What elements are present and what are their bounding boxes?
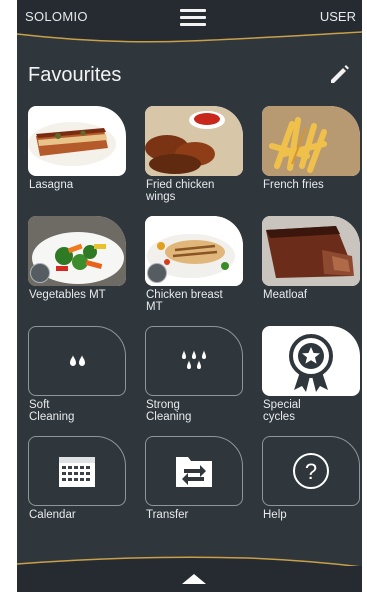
tile-label: Fried chicken wings: [146, 179, 215, 203]
tile-label: Special cycles: [263, 399, 301, 423]
strong-drops-icon: [145, 326, 243, 396]
tile-transfer[interactable]: Transfer: [145, 436, 243, 521]
tile-label: Vegetables MT: [29, 289, 106, 301]
hamburger-menu-icon[interactable]: [180, 9, 206, 29]
folder-transfer-icon: [145, 436, 243, 506]
tile-label: Soft Cleaning: [29, 399, 75, 423]
tile-help[interactable]: ? Help: [262, 436, 360, 521]
tile-label: Lasagna: [29, 179, 74, 191]
svg-text:?: ?: [305, 459, 317, 484]
tile-special-cycles[interactable]: Special cycles: [262, 326, 360, 423]
vegetables-photo: [28, 216, 126, 286]
soft-drops-icon: [28, 326, 126, 396]
multi-tray-badge-icon: [147, 263, 167, 283]
page-title: Favourites: [28, 64, 122, 86]
chicken-wings-photo: [145, 106, 243, 176]
tile-calendar[interactable]: Calendar: [28, 436, 126, 521]
tile-label: Calendar: [29, 509, 76, 521]
arrow-up-icon[interactable]: [182, 574, 206, 584]
multi-tray-badge-icon: [30, 263, 50, 283]
help-icon: ?: [262, 436, 360, 506]
tile-strong-cleaning[interactable]: Strong Cleaning: [145, 326, 243, 423]
brand-name: SOLOMIO: [25, 9, 88, 24]
edit-pencil-icon[interactable]: [328, 62, 352, 86]
french-fries-photo: [262, 106, 360, 176]
tile-label: Transfer: [146, 509, 189, 521]
tile-label: Strong Cleaning: [146, 399, 192, 423]
tile-vegetables-mt[interactable]: Vegetables MT: [28, 216, 126, 301]
tile-label: Help: [263, 509, 287, 521]
header-wave-decoration: [17, 29, 362, 43]
chicken-breast-photo: [145, 216, 243, 286]
tile-fried-chicken-wings[interactable]: Fried chicken wings: [145, 106, 243, 203]
tile-soft-cleaning[interactable]: Soft Cleaning: [28, 326, 126, 423]
meatloaf-photo: [262, 216, 360, 286]
tile-meatloaf[interactable]: Meatloaf: [262, 216, 360, 301]
app-screen: SOLOMIO USER Favourites Lasagna Fried ch…: [17, 0, 362, 592]
tile-lasagna[interactable]: Lasagna: [28, 106, 126, 191]
award-ribbon-icon: [262, 326, 360, 396]
calendar-icon: [28, 436, 126, 506]
tile-label: French fries: [263, 179, 324, 191]
tile-label: Chicken breast MT: [146, 289, 223, 313]
tile-chicken-breast-mt[interactable]: Chicken breast MT: [145, 216, 243, 313]
lasagna-photo: [28, 106, 126, 176]
user-button[interactable]: USER: [320, 9, 356, 24]
tile-french-fries[interactable]: French fries: [262, 106, 360, 191]
tile-label: Meatloaf: [263, 289, 308, 301]
